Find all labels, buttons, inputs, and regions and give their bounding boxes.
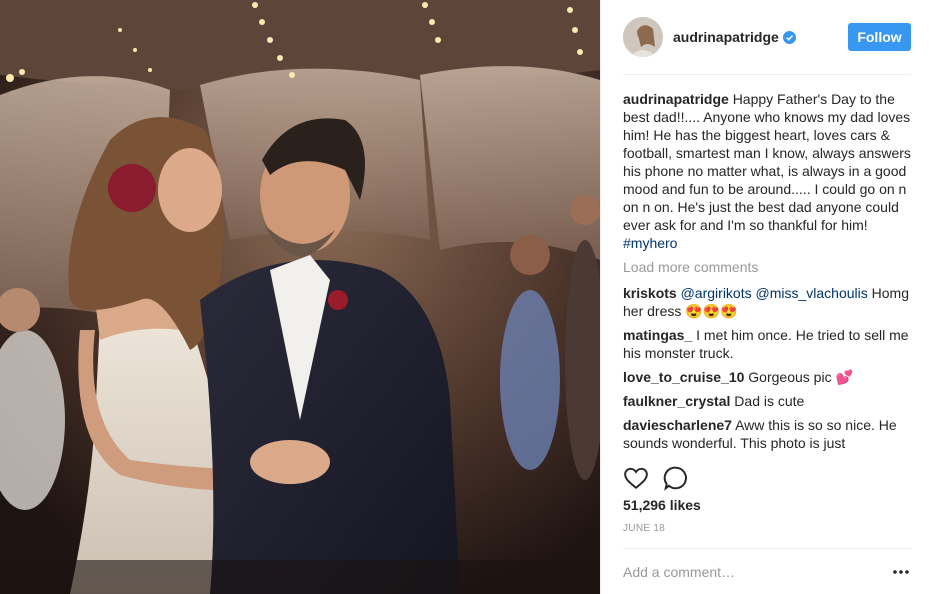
comment-mention[interactable]: @argirikots: [681, 285, 752, 301]
comment-bubble-icon[interactable]: [663, 465, 689, 491]
verified-badge-icon: [782, 30, 796, 44]
avatar[interactable]: [623, 17, 663, 57]
comment-username[interactable]: kriskots: [623, 285, 677, 301]
post-caption: audrinapatridge Happy Father's Day to th…: [623, 90, 915, 252]
comment-mention[interactable]: @miss_vlachoulis: [756, 285, 868, 301]
wedding-dance-photo: [0, 0, 600, 594]
post-actions: [623, 462, 911, 494]
heart-icon[interactable]: [623, 465, 649, 491]
more-options-icon[interactable]: [891, 563, 911, 581]
comment: daviescharlene7 Aww this is so so nice. …: [623, 416, 915, 452]
load-more-comments-link[interactable]: Load more comments: [623, 258, 915, 276]
post-username[interactable]: audrinapatridge: [673, 29, 779, 45]
comment-username[interactable]: faulkner_crystal: [623, 393, 730, 409]
comment: faulkner_crystal Dad is cute: [623, 392, 915, 410]
add-comment-input[interactable]: [623, 563, 873, 580]
caption-hashtag[interactable]: #myhero: [623, 235, 677, 251]
comment-text: Gorgeous pic 💕: [744, 369, 853, 385]
comment-text: Dad is cute: [730, 393, 805, 409]
follow-button[interactable]: Follow: [848, 23, 911, 51]
comment: kriskots @argirikots @miss_vlachoulis Ho…: [623, 284, 915, 320]
instagram-post: audrinapatridge Follow audrinapatridge H…: [0, 0, 930, 594]
post-header: audrinapatridge Follow: [623, 0, 911, 75]
post-photo[interactable]: [0, 0, 600, 594]
likes-count[interactable]: 51,296 likes: [623, 497, 701, 513]
avatar-image: [623, 17, 663, 57]
add-comment-bar: [623, 548, 911, 594]
post-date: JUNE 18: [623, 523, 666, 534]
caption-text: Happy Father's Day to the best dad!!....…: [623, 91, 911, 233]
comment-username[interactable]: daviescharlene7: [623, 417, 732, 433]
post-side-panel: audrinapatridge Follow audrinapatridge H…: [600, 0, 930, 594]
comment-username[interactable]: love_to_cruise_10: [623, 369, 744, 385]
comment-username[interactable]: matingas_: [623, 327, 692, 343]
comment: matingas_ I met him once. He tried to se…: [623, 326, 915, 362]
caption-username[interactable]: audrinapatridge: [623, 91, 729, 107]
comment: love_to_cruise_10 Gorgeous pic 💕: [623, 368, 915, 386]
comments-list: audrinapatridge Happy Father's Day to th…: [623, 90, 915, 455]
